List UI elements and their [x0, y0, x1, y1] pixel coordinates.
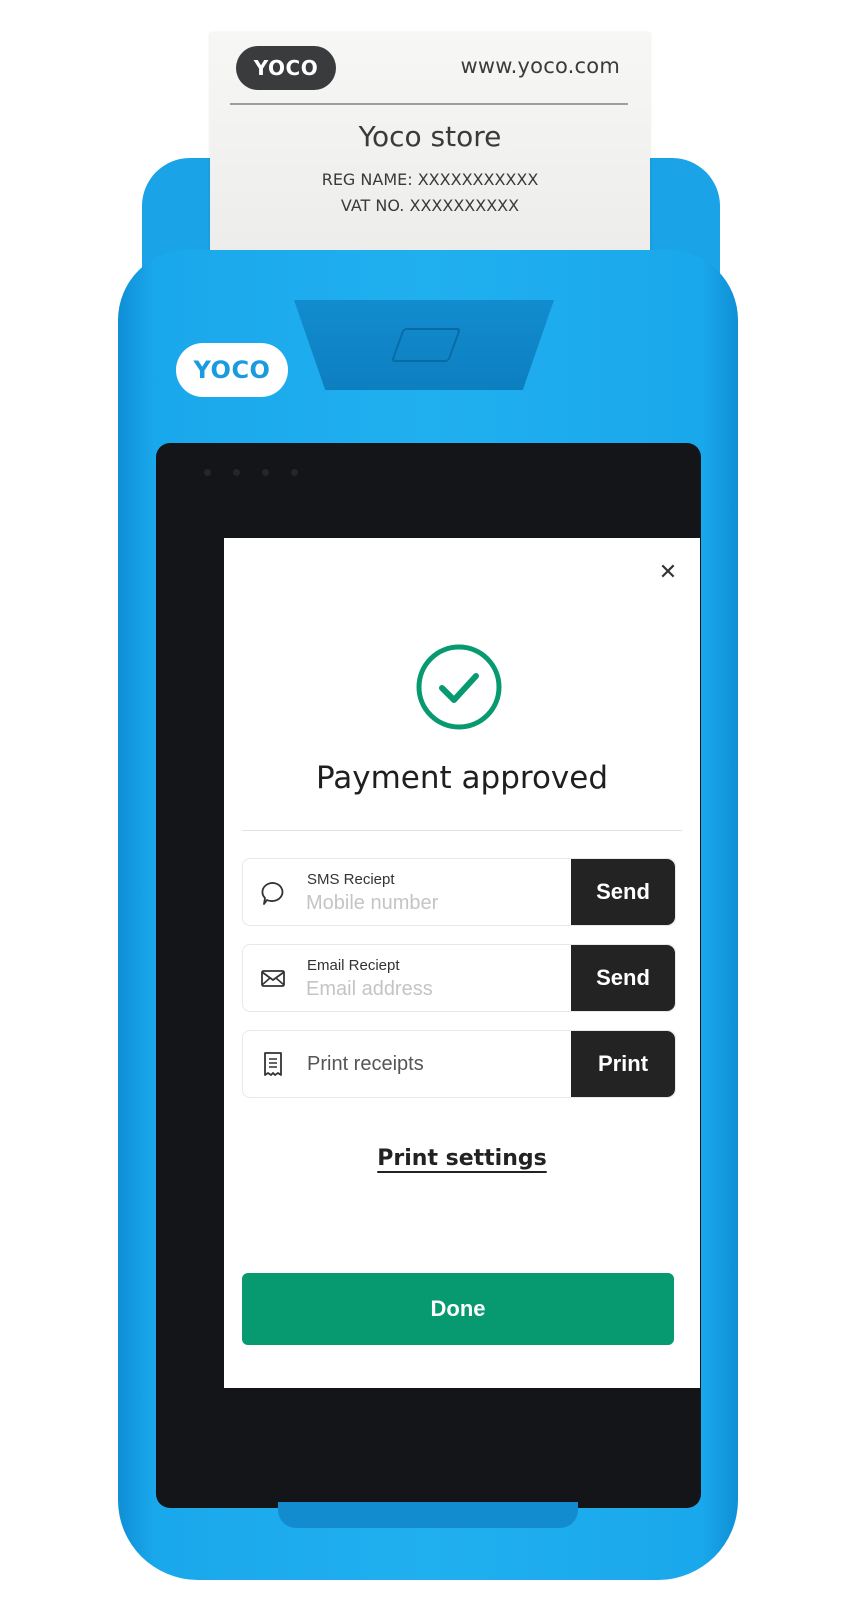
close-button[interactable]: ✕	[656, 559, 680, 584]
print-receipt-row: Print receipts Print	[242, 1030, 676, 1098]
card-icon	[390, 328, 462, 362]
email-receipt-row: Email Reciept Send	[242, 944, 676, 1012]
send-email-button[interactable]: Send	[571, 945, 675, 1011]
mobile-number-input[interactable]	[306, 892, 556, 915]
print-receipts-label: Print receipts	[307, 1053, 424, 1075]
chat-bubble-icon	[261, 882, 284, 905]
sms-receipt-row: SMS Reciept Send	[242, 858, 676, 926]
page-title: Payment approved	[315, 760, 609, 796]
sms-receipt-label: SMS Reciept	[307, 871, 395, 888]
print-settings-link[interactable]: Print settings	[377, 1146, 546, 1171]
print-button[interactable]: Print	[571, 1031, 675, 1097]
payment-approved-screen: ✕ Payment approved SMS Reciept Send	[224, 538, 700, 1388]
receipt-vat-no: VAT NO. XXXXXXXXXX	[340, 196, 520, 215]
bottom-notch	[278, 1502, 578, 1528]
email-receipt-label: Email Reciept	[307, 957, 400, 974]
printed-receipt: YOCO www.yoco.com Yoco store REG NAME: X…	[210, 32, 650, 262]
receipt-divider	[230, 103, 628, 105]
payment-terminal: YOCO ✕ Payment approved SMS Reciept Send	[118, 250, 738, 1580]
check-circle-icon	[416, 644, 502, 730]
receipt-store-name: Yoco store	[358, 120, 502, 153]
email-address-input[interactable]	[306, 978, 556, 1001]
done-button[interactable]: Done	[242, 1273, 674, 1345]
receipt-icon	[264, 1052, 282, 1076]
receipt-reg-name: REG NAME: XXXXXXXXXXX	[321, 170, 539, 189]
close-icon: ✕	[658, 559, 678, 584]
print-settings: Print settings	[224, 1146, 700, 1171]
sensor-dots	[204, 469, 298, 476]
receipt-url: www.yoco.com	[460, 54, 620, 78]
envelope-icon	[261, 970, 285, 987]
divider	[242, 830, 682, 831]
device-logo: YOCO	[176, 343, 288, 397]
card-slot	[294, 300, 554, 390]
screen-bezel: ✕ Payment approved SMS Reciept Send	[156, 443, 701, 1508]
send-sms-button[interactable]: Send	[571, 859, 675, 925]
receipt-logo: YOCO	[236, 46, 336, 90]
